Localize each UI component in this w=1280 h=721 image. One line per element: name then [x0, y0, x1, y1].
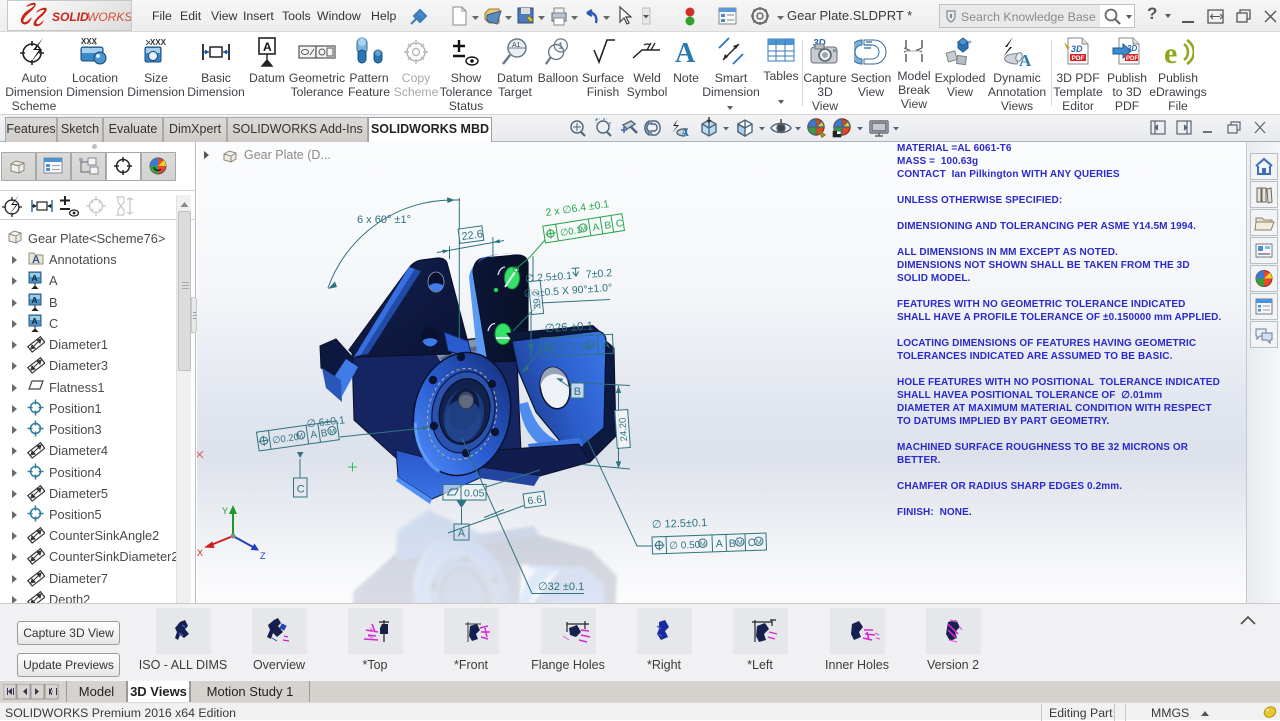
svg-text:A: A	[716, 538, 723, 550]
svg-text:A: A	[32, 316, 38, 326]
svg-text:e: e	[1164, 37, 1177, 68]
svg-text:A: A	[32, 254, 40, 266]
svg-text:∅0.20: ∅0.20	[272, 432, 300, 447]
svg-text:6.6: 6.6	[527, 494, 543, 508]
svg-text:B: B	[604, 220, 613, 232]
svg-text:∅ 0.50: ∅ 0.50	[669, 540, 701, 552]
svg-text:C: C	[297, 484, 305, 496]
svg-text:PDF: PDF	[1072, 55, 1085, 62]
svg-text:B: B	[320, 428, 328, 440]
svg-text:M: M	[587, 340, 594, 349]
svg-text:M: M	[297, 433, 304, 441]
svg-text:M: M	[737, 540, 743, 547]
svg-text:Y: Y	[222, 506, 228, 516]
svg-text:3D: 3D	[1071, 44, 1083, 54]
svg-text:M: M	[329, 428, 336, 436]
svg-text:A: A	[1019, 51, 1032, 68]
svg-text:A: A	[32, 295, 38, 305]
svg-text:A: A	[310, 429, 318, 441]
svg-text:2 x ∅6.4 ±0.1: 2 x ∅6.4 ±0.1	[545, 198, 610, 219]
svg-text:Z: Z	[260, 551, 266, 561]
svg-text:PDF: PDF	[1126, 56, 1138, 62]
svg-text:6 x 60° ±1°: 6 x 60° ±1°	[357, 214, 411, 226]
svg-text:A: A	[32, 273, 38, 283]
svg-text:B: B	[729, 538, 736, 550]
svg-text:A: A	[592, 222, 601, 234]
svg-text:B: B	[574, 386, 581, 398]
svg-text:WORKS: WORKS	[87, 10, 131, 24]
svg-text:Gear Plate (D...: Gear Plate (D...	[244, 148, 331, 162]
svg-text:24.20: 24.20	[618, 417, 631, 441]
svg-text:A: A	[681, 127, 689, 139]
svg-text:7±0.2: 7±0.2	[586, 267, 613, 281]
svg-text:M: M	[700, 541, 706, 548]
svg-text:X: X	[197, 548, 203, 558]
svg-text:A1: A1	[512, 42, 521, 49]
svg-text:XXX: XXX	[150, 38, 167, 47]
svg-text:M: M	[756, 539, 762, 546]
svg-text:A: A	[675, 38, 696, 68]
svg-text:39.2: 39.2	[531, 290, 544, 310]
svg-text:A: A	[602, 339, 610, 351]
svg-text:0.05: 0.05	[464, 488, 485, 500]
svg-text:M: M	[580, 225, 587, 233]
svg-text:3D: 3D	[1127, 44, 1137, 53]
svg-text:∅26 ±0.1: ∅26 ±0.1	[545, 320, 594, 335]
svg-text:∅32 ±0.1: ∅32 ±0.1	[538, 581, 584, 593]
svg-text:∅ 12.5±0.1: ∅ 12.5±0.1	[652, 517, 708, 531]
svg-text:A: A	[263, 40, 272, 54]
svg-text:SOLID: SOLID	[52, 10, 89, 24]
